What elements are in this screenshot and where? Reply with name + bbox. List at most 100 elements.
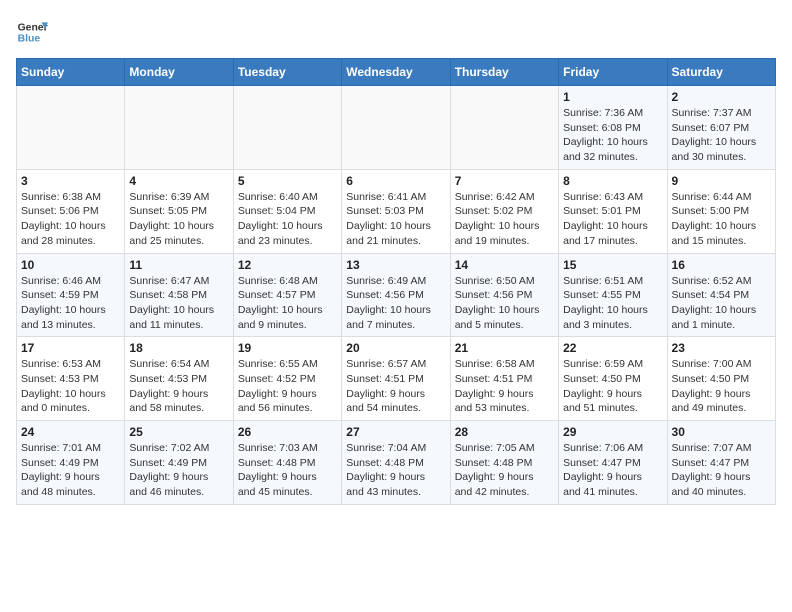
calendar-table: SundayMondayTuesdayWednesdayThursdayFrid… <box>16 58 776 505</box>
day-detail: Sunrise: 6:44 AM Sunset: 5:00 PM Dayligh… <box>672 190 771 249</box>
day-detail: Sunrise: 6:50 AM Sunset: 4:56 PM Dayligh… <box>455 274 554 333</box>
calendar-cell: 9Sunrise: 6:44 AM Sunset: 5:00 PM Daylig… <box>667 169 775 253</box>
week-row-2: 3 Sunrise: 6:38 AM Sunset: 5:06 PM Daylig… <box>17 169 776 253</box>
svg-text:Blue: Blue <box>18 34 41 45</box>
day-number: 13 <box>346 258 445 272</box>
day-number: 24 <box>21 425 120 439</box>
day-detail: Sunrise: 7:03 AM Sunset: 4:48 PM Dayligh… <box>238 441 337 500</box>
calendar-cell <box>125 86 233 170</box>
day-number: 8 <box>563 174 662 188</box>
day-number: 19 <box>238 341 337 355</box>
day-number: 25 <box>129 425 228 439</box>
calendar-cell: 18Sunrise: 6:54 AM Sunset: 4:53 PM Dayli… <box>125 337 233 421</box>
day-number: 27 <box>346 425 445 439</box>
day-number: 26 <box>238 425 337 439</box>
day-detail: Sunrise: 6:59 AM Sunset: 4:50 PM Dayligh… <box>563 357 662 416</box>
day-detail: Sunrise: 7:00 AM Sunset: 4:50 PM Dayligh… <box>672 357 771 416</box>
calendar-body: 1 Sunrise: 7:36 AM Sunset: 6:08 PM Daylig… <box>17 86 776 505</box>
day-number: 7 <box>455 174 554 188</box>
day-detail: Sunrise: 6:40 AM Sunset: 5:04 PM Dayligh… <box>238 190 337 249</box>
calendar-cell: 12 Sunrise: 6:48 AM Sunset: 4:57 PM Dayli… <box>233 253 341 337</box>
logo-icon: General Blue <box>16 16 48 48</box>
day-detail: Sunrise: 7:06 AM Sunset: 4:47 PM Dayligh… <box>563 441 662 500</box>
day-number: 20 <box>346 341 445 355</box>
calendar-cell: 20Sunrise: 6:57 AM Sunset: 4:51 PM Dayli… <box>342 337 450 421</box>
day-detail: Sunrise: 7:07 AM Sunset: 4:47 PM Dayligh… <box>672 441 771 500</box>
week-row-4: 17Sunrise: 6:53 AM Sunset: 4:53 PM Dayli… <box>17 337 776 421</box>
week-row-1: 1 Sunrise: 7:36 AM Sunset: 6:08 PM Daylig… <box>17 86 776 170</box>
day-number: 10 <box>21 258 120 272</box>
calendar-cell: 27 Sunrise: 7:04 AM Sunset: 4:48 PM Dayli… <box>342 421 450 505</box>
calendar-cell: 15 Sunrise: 6:51 AM Sunset: 4:55 PM Dayli… <box>559 253 667 337</box>
day-number: 3 <box>21 174 120 188</box>
day-number: 28 <box>455 425 554 439</box>
day-number: 16 <box>672 258 771 272</box>
day-detail: Sunrise: 6:41 AM Sunset: 5:03 PM Dayligh… <box>346 190 445 249</box>
day-header-monday: Monday <box>125 59 233 86</box>
day-number: 4 <box>129 174 228 188</box>
day-number: 23 <box>672 341 771 355</box>
calendar-cell: 29 Sunrise: 7:06 AM Sunset: 4:47 PM Dayli… <box>559 421 667 505</box>
day-number: 1 <box>563 90 662 104</box>
calendar-cell: 14 Sunrise: 6:50 AM Sunset: 4:56 PM Dayli… <box>450 253 558 337</box>
day-number: 14 <box>455 258 554 272</box>
calendar-cell: 5 Sunrise: 6:40 AM Sunset: 5:04 PM Daylig… <box>233 169 341 253</box>
calendar-cell: 17Sunrise: 6:53 AM Sunset: 4:53 PM Dayli… <box>17 337 125 421</box>
calendar-cell: 21 Sunrise: 6:58 AM Sunset: 4:51 PM Dayli… <box>450 337 558 421</box>
day-detail: Sunrise: 7:37 AM Sunset: 6:07 PM Dayligh… <box>672 106 771 165</box>
day-number: 29 <box>563 425 662 439</box>
day-detail: Sunrise: 7:36 AM Sunset: 6:08 PM Dayligh… <box>563 106 662 165</box>
calendar-cell <box>233 86 341 170</box>
week-row-3: 10 Sunrise: 6:46 AM Sunset: 4:59 PM Dayli… <box>17 253 776 337</box>
day-detail: Sunrise: 7:04 AM Sunset: 4:48 PM Dayligh… <box>346 441 445 500</box>
logo: General Blue <box>16 16 48 48</box>
day-detail: Sunrise: 6:58 AM Sunset: 4:51 PM Dayligh… <box>455 357 554 416</box>
day-detail: Sunrise: 6:47 AM Sunset: 4:58 PM Dayligh… <box>129 274 228 333</box>
calendar-cell: 7 Sunrise: 6:42 AM Sunset: 5:02 PM Daylig… <box>450 169 558 253</box>
day-number: 11 <box>129 258 228 272</box>
calendar-cell: 25 Sunrise: 7:02 AM Sunset: 4:49 PM Dayli… <box>125 421 233 505</box>
day-number: 6 <box>346 174 445 188</box>
calendar-cell: 19 Sunrise: 6:55 AM Sunset: 4:52 PM Dayli… <box>233 337 341 421</box>
day-detail: Sunrise: 7:05 AM Sunset: 4:48 PM Dayligh… <box>455 441 554 500</box>
day-detail: Sunrise: 6:43 AM Sunset: 5:01 PM Dayligh… <box>563 190 662 249</box>
calendar-cell: 30 Sunrise: 7:07 AM Sunset: 4:47 PM Dayli… <box>667 421 775 505</box>
calendar-cell: 22 Sunrise: 6:59 AM Sunset: 4:50 PM Dayli… <box>559 337 667 421</box>
day-detail: Sunrise: 7:02 AM Sunset: 4:49 PM Dayligh… <box>129 441 228 500</box>
calendar-cell <box>342 86 450 170</box>
day-detail: Sunrise: 6:42 AM Sunset: 5:02 PM Dayligh… <box>455 190 554 249</box>
calendar-cell: 4Sunrise: 6:39 AM Sunset: 5:05 PM Daylig… <box>125 169 233 253</box>
calendar-cell: 10 Sunrise: 6:46 AM Sunset: 4:59 PM Dayli… <box>17 253 125 337</box>
calendar-cell: 26 Sunrise: 7:03 AM Sunset: 4:48 PM Dayli… <box>233 421 341 505</box>
day-detail: Sunrise: 6:55 AM Sunset: 4:52 PM Dayligh… <box>238 357 337 416</box>
day-header-saturday: Saturday <box>667 59 775 86</box>
day-header-friday: Friday <box>559 59 667 86</box>
day-detail: Sunrise: 6:54 AM Sunset: 4:53 PM Dayligh… <box>129 357 228 416</box>
calendar-cell: 8 Sunrise: 6:43 AM Sunset: 5:01 PM Daylig… <box>559 169 667 253</box>
calendar-cell <box>450 86 558 170</box>
calendar-cell: 23 Sunrise: 7:00 AM Sunset: 4:50 PM Dayli… <box>667 337 775 421</box>
page-header: General Blue <box>16 16 776 48</box>
day-number: 22 <box>563 341 662 355</box>
week-row-5: 24Sunrise: 7:01 AM Sunset: 4:49 PM Dayli… <box>17 421 776 505</box>
day-number: 2 <box>672 90 771 104</box>
day-detail: Sunrise: 6:48 AM Sunset: 4:57 PM Dayligh… <box>238 274 337 333</box>
calendar-header: SundayMondayTuesdayWednesdayThursdayFrid… <box>17 59 776 86</box>
day-number: 12 <box>238 258 337 272</box>
day-detail: Sunrise: 6:51 AM Sunset: 4:55 PM Dayligh… <box>563 274 662 333</box>
calendar-cell: 16 Sunrise: 6:52 AM Sunset: 4:54 PM Dayli… <box>667 253 775 337</box>
day-header-sunday: Sunday <box>17 59 125 86</box>
day-number: 30 <box>672 425 771 439</box>
day-detail: Sunrise: 6:52 AM Sunset: 4:54 PM Dayligh… <box>672 274 771 333</box>
calendar-cell: 24Sunrise: 7:01 AM Sunset: 4:49 PM Dayli… <box>17 421 125 505</box>
calendar-cell: 6 Sunrise: 6:41 AM Sunset: 5:03 PM Daylig… <box>342 169 450 253</box>
calendar-cell: 1 Sunrise: 7:36 AM Sunset: 6:08 PM Daylig… <box>559 86 667 170</box>
day-number: 21 <box>455 341 554 355</box>
day-detail: Sunrise: 6:38 AM Sunset: 5:06 PM Dayligh… <box>21 190 120 249</box>
day-detail: Sunrise: 6:46 AM Sunset: 4:59 PM Dayligh… <box>21 274 120 333</box>
calendar-cell: 13Sunrise: 6:49 AM Sunset: 4:56 PM Dayli… <box>342 253 450 337</box>
calendar-cell: 28 Sunrise: 7:05 AM Sunset: 4:48 PM Dayli… <box>450 421 558 505</box>
day-number: 15 <box>563 258 662 272</box>
calendar-cell: 2 Sunrise: 7:37 AM Sunset: 6:07 PM Daylig… <box>667 86 775 170</box>
day-number: 5 <box>238 174 337 188</box>
